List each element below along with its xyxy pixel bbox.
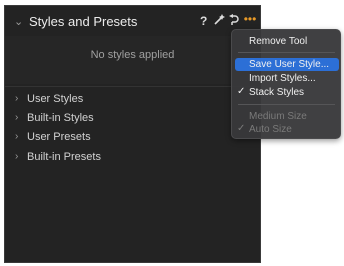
applied-styles-area: No styles applied [5, 36, 260, 84]
more-options-menu: Remove Tool Save User Style... Import St… [231, 29, 341, 139]
more-icon[interactable]: ••• [241, 13, 259, 26]
section-builtin-styles[interactable]: › Built-in Styles [5, 108, 260, 127]
section-label: User Presets [27, 131, 91, 143]
chevron-right-icon: › [15, 151, 19, 162]
menu-item-import-styles[interactable]: Import Styles... [232, 72, 340, 85]
menu-item-save-user-style[interactable]: Save User Style... [235, 58, 339, 71]
menu-separator [238, 52, 335, 53]
checkmark-icon: ✓ [237, 123, 246, 134]
section-label: Built-in Styles [27, 112, 94, 124]
section-user-styles[interactable]: › User Styles [5, 89, 260, 108]
undo-icon[interactable] [229, 14, 239, 28]
chevron-right-icon: › [15, 112, 19, 123]
help-icon[interactable]: ? [200, 14, 207, 28]
section-builtin-presets[interactable]: › Built-in Presets [5, 147, 260, 166]
menu-item-stack-styles[interactable]: ✓ Stack Styles [232, 86, 340, 99]
menu-separator [238, 104, 335, 105]
menu-item-auto-size: ✓ Auto Size [237, 123, 292, 135]
divider [5, 86, 260, 87]
wand-icon[interactable] [214, 14, 225, 28]
chevron-right-icon: › [15, 131, 19, 142]
menu-item-medium-size: Medium Size [249, 111, 307, 122]
panel-title: Styles and Presets [29, 14, 138, 29]
no-styles-message: No styles applied [90, 49, 175, 61]
section-label: Built-in Presets [27, 151, 101, 163]
section-label: User Styles [27, 93, 84, 105]
panel-header[interactable]: ⌄ Styles and Presets ? ••• [5, 6, 260, 36]
collapse-chevron-icon[interactable]: ⌄ [14, 15, 23, 28]
checkmark-icon: ✓ [237, 86, 246, 97]
chevron-right-icon: › [15, 93, 19, 104]
section-user-presets[interactable]: › User Presets [5, 127, 260, 146]
styles-presets-panel: ⌄ Styles and Presets ? ••• No styles app… [4, 5, 261, 263]
menu-item-remove-tool[interactable]: Remove Tool [232, 35, 340, 48]
